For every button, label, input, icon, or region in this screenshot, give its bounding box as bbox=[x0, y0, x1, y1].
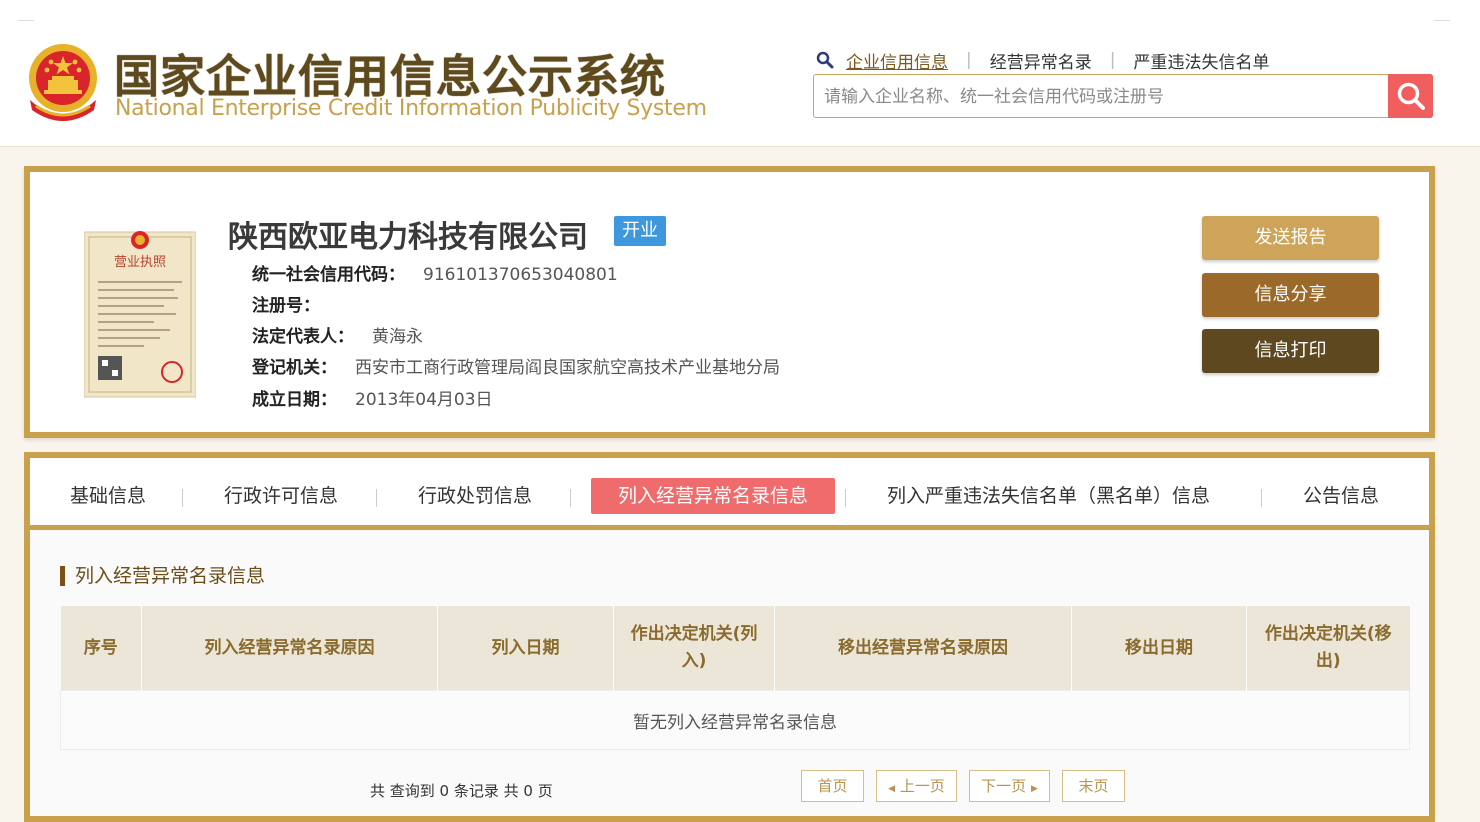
column-header: 移出日期 bbox=[1071, 606, 1247, 691]
license-title: 营业执照 bbox=[114, 255, 166, 270]
magnifier-icon bbox=[816, 51, 834, 69]
tab-basic-info[interactable]: 基础信息 bbox=[70, 478, 146, 514]
column-header: 移出经营异常名录原因 bbox=[774, 606, 1072, 691]
field-established-date: 成立日期： 2013年04月03日 bbox=[252, 385, 493, 410]
share-info-button[interactable]: 信息分享 bbox=[1202, 273, 1379, 317]
tab-abnormal-list[interactable]: 列入经营异常名录信息 bbox=[591, 478, 835, 514]
national-emblem-icon bbox=[29, 44, 97, 121]
field-label: 登记机关： bbox=[252, 358, 337, 378]
company-name: 陕西欧亚电力科技有限公司 bbox=[228, 220, 588, 255]
field-label: 注册号： bbox=[252, 296, 320, 316]
nav-separator: | bbox=[1109, 50, 1116, 70]
nav-blacklist[interactable]: 严重违法失信名单 bbox=[1133, 48, 1269, 73]
field-label: 成立日期： bbox=[252, 390, 337, 410]
search-icon bbox=[1397, 82, 1425, 110]
nav-abnormal-list[interactable]: 经营异常名录 bbox=[990, 48, 1092, 73]
tab-announcements[interactable]: 公告信息 bbox=[1303, 478, 1379, 514]
tab-admin-license[interactable]: 行政许可信息 bbox=[224, 478, 338, 514]
column-header: 列入经营异常名录原因 bbox=[141, 606, 438, 691]
next-page-button[interactable]: 下一页 ▶ bbox=[969, 770, 1050, 802]
tab-separator bbox=[376, 489, 377, 507]
site-subtitle: National Enterprise Credit Information P… bbox=[115, 96, 707, 121]
records-table: 序号 列入经营异常名录原因 列入日期 作出决定机关(列入) 移出经营异常名录原因… bbox=[60, 606, 1410, 750]
field-label: 法定代表人： bbox=[252, 327, 354, 347]
field-value: 916101370653040801 bbox=[423, 265, 618, 285]
column-header: 作出决定机关(列入) bbox=[613, 606, 775, 691]
header-corner-left bbox=[18, 20, 34, 21]
info-tabs: 基础信息 行政许可信息 行政处罚信息 列入经营异常名录信息 列入严重违法失信名单… bbox=[30, 458, 1429, 530]
nav-enterprise-credit[interactable]: 企业信用信息 bbox=[846, 48, 948, 73]
prev-page-label: 上一页 bbox=[899, 777, 945, 795]
print-info-button[interactable]: 信息打印 bbox=[1202, 329, 1379, 373]
tab-separator bbox=[570, 489, 571, 507]
status-badge: 开业 bbox=[614, 216, 666, 246]
field-credit-code: 统一社会信用代码： 916101370653040801 bbox=[252, 260, 618, 285]
table-row: 暂无列入经营异常名录信息 bbox=[60, 690, 1410, 750]
table-header-row: 序号 列入经营异常名录原因 列入日期 作出决定机关(列入) 移出经营异常名录原因… bbox=[60, 606, 1410, 691]
next-page-label: 下一页 bbox=[981, 777, 1027, 795]
tab-admin-penalty[interactable]: 行政处罚信息 bbox=[418, 478, 532, 514]
field-value: 黄海永 bbox=[372, 327, 423, 347]
company-card: 营业执照 陕西欧亚电力科技有限公司 开业 统一社会信用代码： 9161013706… bbox=[24, 166, 1435, 438]
column-header: 列入日期 bbox=[437, 606, 614, 691]
field-value: 2013年04月03日 bbox=[355, 390, 493, 410]
last-page-button[interactable]: 末页 bbox=[1062, 770, 1125, 802]
site-header: 国家企业信用信息公示系统 National Enterprise Credit … bbox=[0, 0, 1480, 147]
tab-separator bbox=[1261, 489, 1262, 507]
search-box bbox=[813, 74, 1433, 118]
field-reg-number: 注册号： bbox=[252, 291, 338, 316]
tab-blacklist[interactable]: 列入严重违法失信名单（黑名单）信息 bbox=[887, 478, 1210, 514]
chevron-right-icon: ▶ bbox=[1030, 784, 1038, 794]
business-license-image[interactable]: 营业执照 bbox=[84, 226, 196, 401]
tab-separator bbox=[182, 489, 183, 507]
section-title: 列入经营异常名录信息 bbox=[60, 566, 265, 586]
search-input[interactable] bbox=[822, 81, 1386, 113]
top-nav: 企业信用信息 | 经营异常名录 | 严重违法失信名单 bbox=[816, 47, 1269, 73]
search-button[interactable] bbox=[1388, 74, 1433, 118]
prev-page-button[interactable]: ◀ 上一页 bbox=[876, 770, 957, 802]
send-report-button[interactable]: 发送报告 bbox=[1202, 216, 1379, 260]
record-summary: 共 查询到 0 条记录 共 0 页 bbox=[370, 782, 553, 800]
column-header: 序号 bbox=[60, 606, 142, 691]
column-header: 作出决定机关(移出) bbox=[1246, 606, 1410, 691]
content-panel: 基础信息 行政许可信息 行政处罚信息 列入经营异常名录信息 列入严重违法失信名单… bbox=[24, 452, 1435, 822]
chevron-left-icon: ◀ bbox=[888, 784, 896, 794]
nav-separator: | bbox=[966, 50, 972, 70]
field-label: 统一社会信用代码： bbox=[252, 265, 405, 285]
header-corner-right bbox=[1434, 20, 1450, 21]
field-reg-authority: 登记机关： 西安市工商行政管理局阎良国家航空高技术产业基地分局 bbox=[252, 353, 780, 378]
tab-separator bbox=[845, 489, 846, 507]
field-value: 西安市工商行政管理局阎良国家航空高技术产业基地分局 bbox=[355, 358, 780, 378]
first-page-button[interactable]: 首页 bbox=[801, 770, 864, 802]
field-legal-rep: 法定代表人： 黄海永 bbox=[252, 322, 423, 347]
empty-table-message: 暂无列入经营异常名录信息 bbox=[60, 690, 1410, 750]
